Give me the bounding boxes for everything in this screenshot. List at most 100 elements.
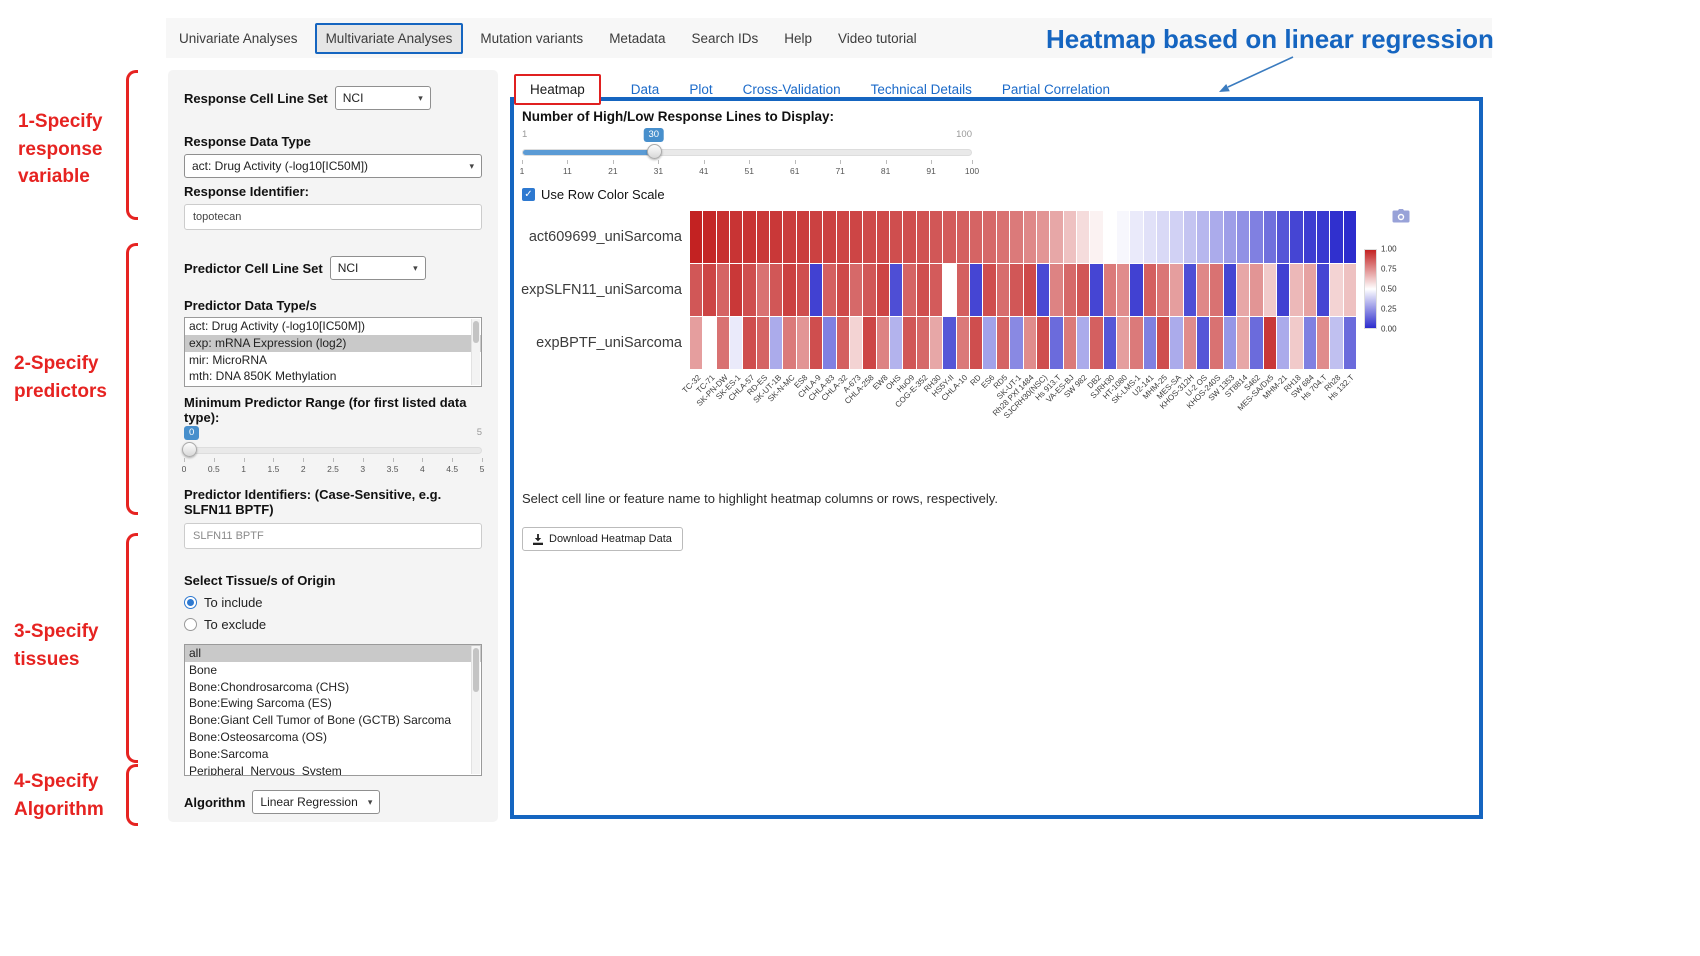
heatmap-cell (837, 317, 849, 369)
slider-tick-label: 51 (745, 166, 754, 176)
tab-technical-details[interactable]: Technical Details (871, 82, 972, 97)
slider-handle[interactable] (647, 144, 662, 159)
response-cell-line-set-select[interactable]: NCI ▾ (335, 86, 431, 110)
heatmap-cell (1197, 317, 1209, 369)
heatmap-cell (1277, 317, 1289, 369)
min-predictor-range-slider[interactable]: 5000.511.522.533.544.55 (184, 427, 482, 479)
slider-track[interactable] (184, 447, 482, 454)
row-color-scale-checkbox-row[interactable]: ✓ Use Row Color Scale (522, 187, 665, 202)
tab-cross-validation[interactable]: Cross-Validation (743, 82, 841, 97)
response-lines-slider[interactable]: 1100301112131415161718191100 (522, 129, 972, 181)
download-button-label: Download Heatmap Data (549, 533, 672, 545)
tab-data[interactable]: Data (631, 82, 660, 97)
camera-icon[interactable] (1392, 209, 1410, 224)
heatmap-cell (1117, 317, 1129, 369)
slider-tick-label: 91 (926, 166, 935, 176)
heatmap-cell (730, 264, 742, 316)
nav-item-search-ids[interactable]: Search IDs (682, 23, 767, 54)
heatmap-cell (730, 211, 742, 263)
nav-item-multivariate-analyses[interactable]: Multivariate Analyses (315, 23, 464, 54)
response-data-type-label: Response Data Type (184, 134, 482, 149)
algorithm-select[interactable]: Linear Regression ▾ (252, 790, 380, 814)
heatmap-cell (1330, 211, 1342, 263)
scrollbar-thumb[interactable] (473, 648, 479, 692)
heatmap-cell (850, 317, 862, 369)
heatmap-cell (943, 264, 955, 316)
heatmap-cell (863, 317, 875, 369)
heatmap-cell (997, 317, 1009, 369)
heatmap-cell (1224, 264, 1236, 316)
heatmap-cell (703, 211, 715, 263)
tab-partial-correlation[interactable]: Partial Correlation (1002, 82, 1110, 97)
heatmap-cell (1290, 317, 1302, 369)
tissue-option[interactable]: Bone:Osteosarcoma (OS) (185, 729, 481, 746)
heatmap-cell (1010, 317, 1022, 369)
heatmap-cell (1157, 317, 1169, 369)
nav-item-help[interactable]: Help (775, 23, 821, 54)
heatmap-cell (797, 317, 809, 369)
scrollbar-thumb[interactable] (473, 321, 479, 343)
scrollbar[interactable] (471, 646, 480, 774)
annotation-arrow-icon (1205, 54, 1297, 98)
slider-handle[interactable] (182, 442, 197, 457)
heatmap-cell (1064, 317, 1076, 369)
response-data-type-select[interactable]: act: Drug Activity (-log10[IC50M]) ▾ (184, 154, 482, 178)
predictor-data-type-option[interactable]: mir: MicroRNA (185, 352, 481, 369)
tissue-option[interactable]: Bone:Sarcoma (185, 746, 481, 763)
nav-item-univariate-analyses[interactable]: Univariate Analyses (170, 23, 307, 54)
heatmap-cell (1064, 264, 1076, 316)
heatmap-cell (1037, 211, 1049, 263)
download-heatmap-data-button[interactable]: Download Heatmap Data (522, 527, 683, 551)
slider-tick-mark (244, 458, 245, 462)
heatmap-cell (1144, 317, 1156, 369)
predictor-data-type-option[interactable]: exp: mRNA Expression (log2) (185, 335, 481, 352)
tissue-exclude-radio[interactable]: To exclude (184, 617, 482, 632)
heatmap-row-label[interactable]: expBPTF_uniSarcoma (518, 317, 682, 370)
slider-track[interactable] (522, 149, 972, 156)
heatmap-cell (997, 211, 1009, 263)
predictor-identifiers-input[interactable] (184, 523, 482, 549)
tab-plot[interactable]: Plot (689, 82, 712, 97)
nav-item-metadata[interactable]: Metadata (600, 23, 674, 54)
heatmap-colorbar (1364, 249, 1377, 329)
scrollbar[interactable] (471, 319, 480, 385)
heatmap-row-label[interactable]: act609699_uniSarcoma (518, 211, 682, 264)
heatmap-row-label[interactable]: expSLFN11_uniSarcoma (518, 264, 682, 317)
tissue-option[interactable]: all (185, 645, 481, 662)
tissue-listbox[interactable]: allBoneBone:Chondrosarcoma (CHS)Bone:Ewi… (184, 644, 482, 776)
predictor-data-type-option[interactable]: act: Drug Activity (-log10[IC50M]) (185, 318, 481, 335)
tissue-option[interactable]: Bone:Giant Cell Tumor of Bone (GCTB) Sar… (185, 712, 481, 729)
heatmap-cell (850, 264, 862, 316)
results-panel: Number of High/Low Response Lines to Dis… (510, 97, 1483, 819)
heatmap-cell (983, 264, 995, 316)
slider-tick-mark (886, 160, 887, 164)
slider-tick-mark (214, 458, 215, 462)
predictor-cell-line-set-select[interactable]: NCI ▾ (330, 256, 426, 280)
tissue-option[interactable]: Bone:Ewing Sarcoma (ES) (185, 695, 481, 712)
slider-tick-mark (567, 160, 568, 164)
heatmap-cell (1090, 264, 1102, 316)
slider-value-tooltip: 0 (184, 426, 199, 440)
heatmap-cell (1317, 211, 1329, 263)
heatmap-cell (1024, 317, 1036, 369)
heatmap-cell (1250, 317, 1262, 369)
slider-tick-mark (184, 458, 185, 462)
tab-heatmap[interactable]: Heatmap (514, 74, 601, 105)
heatmap-cell (1024, 211, 1036, 263)
heatmap-cell (1090, 211, 1102, 263)
heatmap-cell (757, 264, 769, 316)
tissue-option[interactable]: Peripheral_Nervous_System (185, 763, 481, 776)
nav-item-mutation-variants[interactable]: Mutation variants (471, 23, 592, 54)
response-identifier-input[interactable] (184, 204, 482, 230)
slider-tick-label: 2.5 (327, 464, 339, 474)
predictor-data-type-listbox[interactable]: act: Drug Activity (-log10[IC50M])exp: m… (184, 317, 482, 387)
heatmap-cell (1077, 264, 1089, 316)
tissue-option[interactable]: Bone:Chondrosarcoma (CHS) (185, 679, 481, 696)
predictor-data-type-option[interactable]: mth: DNA 850K Methylation (185, 368, 481, 385)
annotation-heading: Heatmap based on linear regression (1046, 24, 1494, 55)
tissue-option[interactable]: Bone (185, 662, 481, 679)
tissue-include-radio[interactable]: To include (184, 595, 482, 610)
annotation-step1: 1-Specify response variable (18, 108, 123, 191)
nav-item-video-tutorial[interactable]: Video tutorial (829, 23, 926, 54)
heatmap-cell (863, 211, 875, 263)
